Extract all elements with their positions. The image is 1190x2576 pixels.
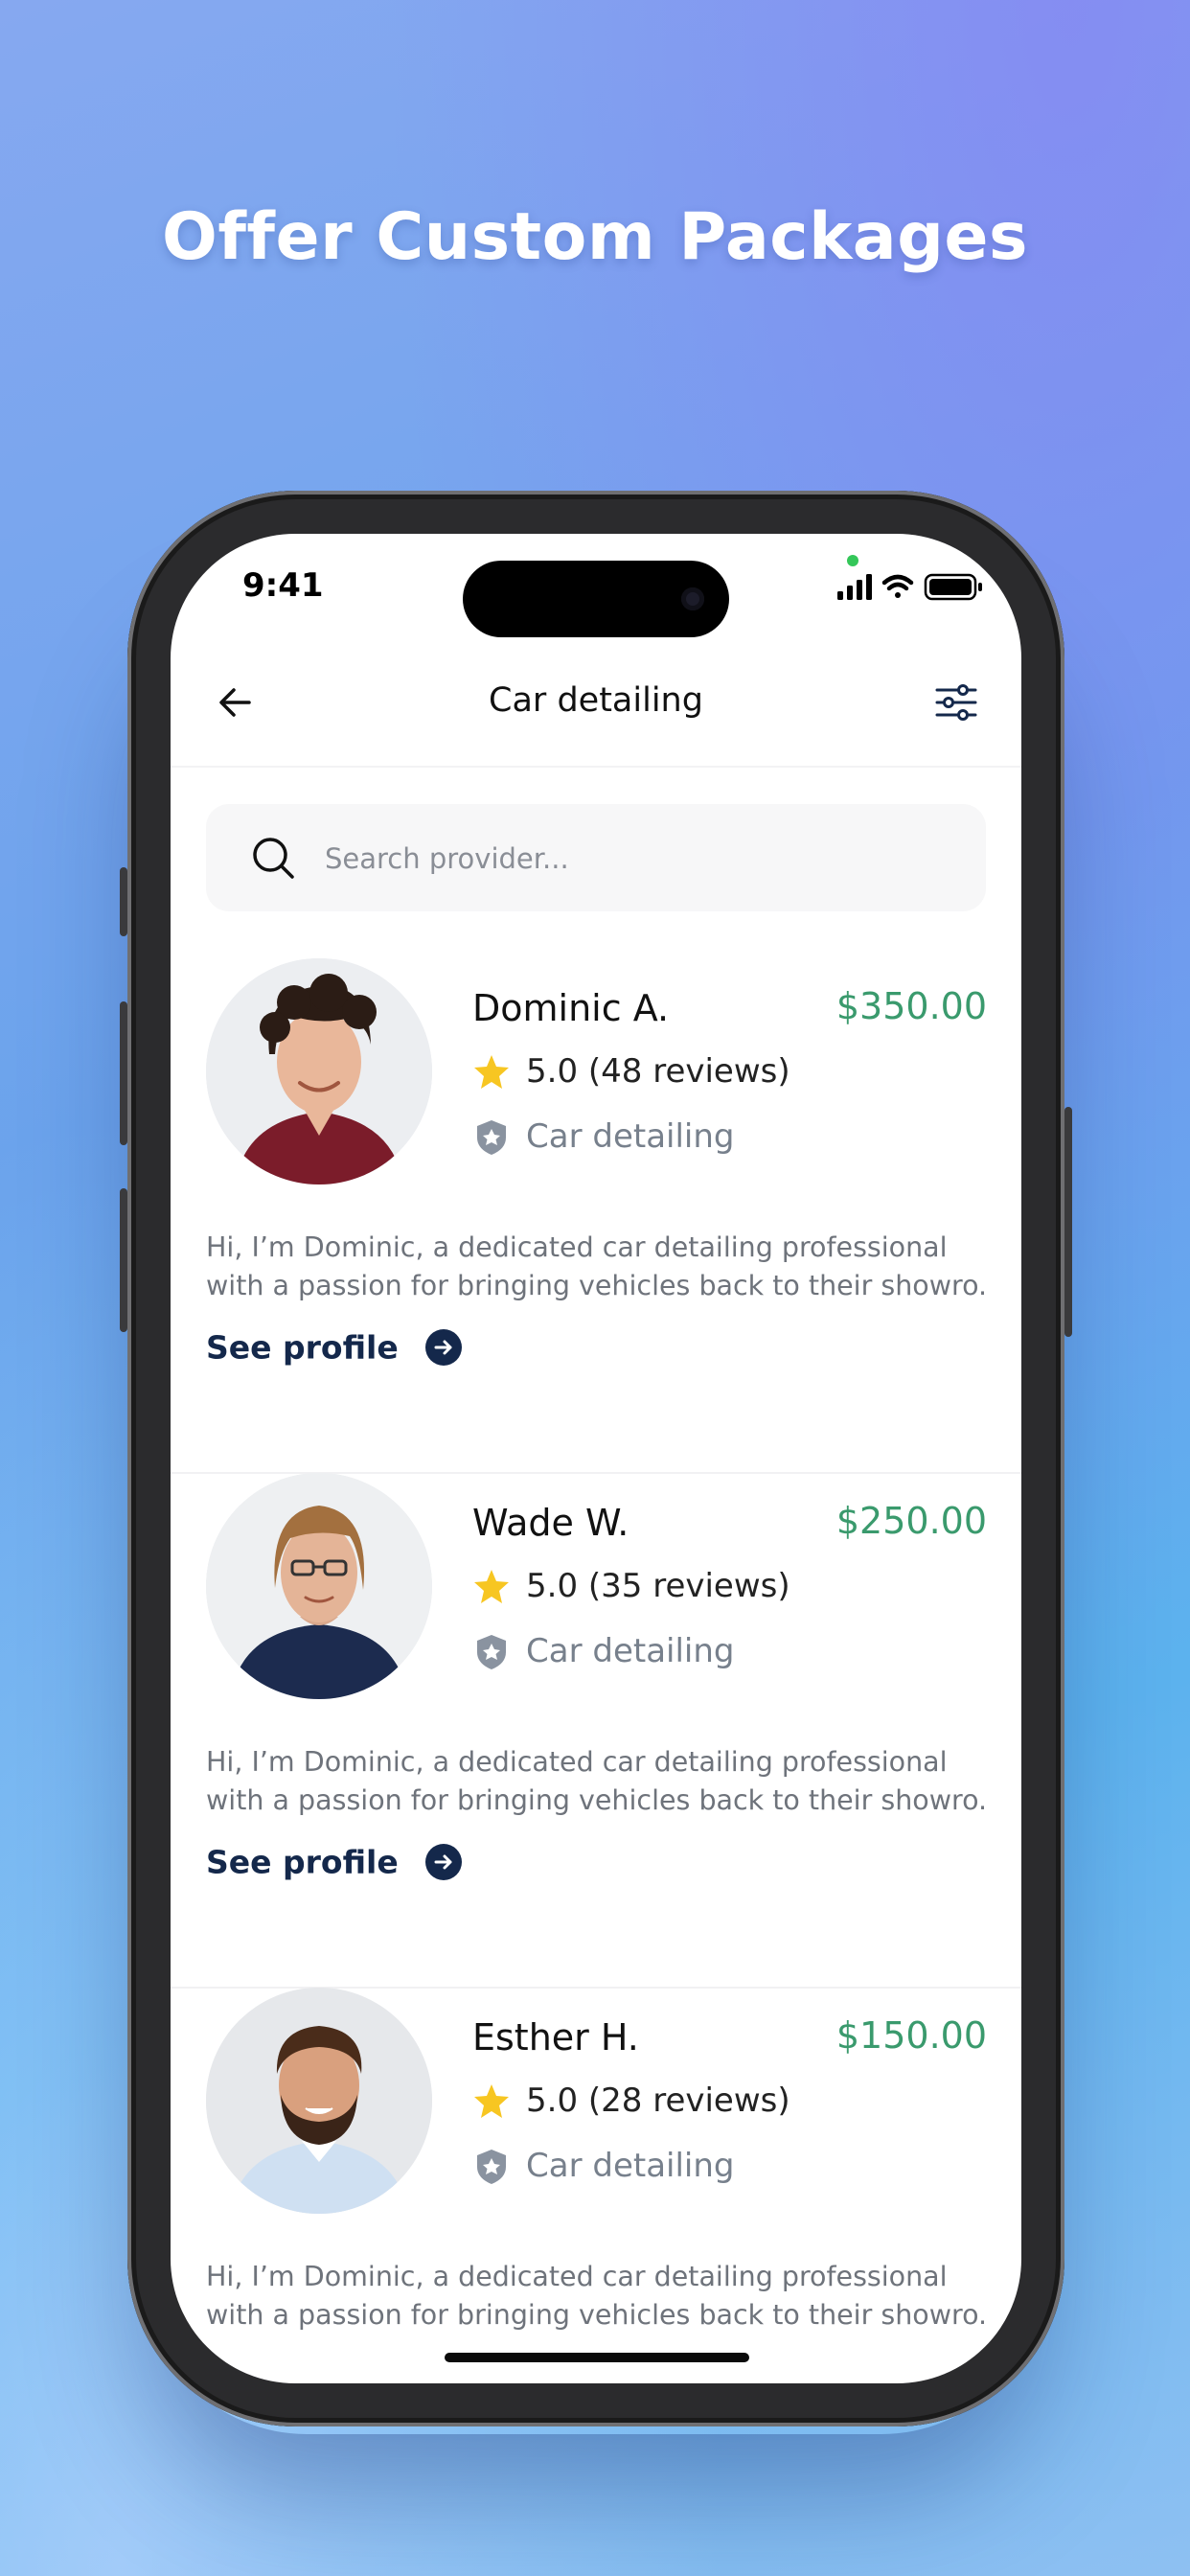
search-icon <box>253 838 294 879</box>
search-bar[interactable] <box>206 804 986 911</box>
see-profile-button[interactable]: See profile <box>206 1843 463 1885</box>
camera-icon <box>681 587 704 610</box>
star-icon <box>474 1570 509 1603</box>
description-line: with a passion for bringing vehicles bac… <box>206 1270 988 1301</box>
provider-price: $350.00 <box>835 985 987 1027</box>
marketing-headline: Offer Custom Packages <box>162 199 1028 275</box>
provider-description: Hi, I’m Dominic, a dedicated car detaili… <box>206 2258 988 2334</box>
camera-indicator-dot <box>847 555 858 566</box>
provider-card: Wade W. $250.00 5.0 (35 reviews) Car det… <box>171 1473 1021 1989</box>
phone-power-button <box>1064 1107 1072 1337</box>
filter-sliders-icon <box>935 684 977 721</box>
signal-icon <box>837 574 872 600</box>
see-profile-button[interactable]: See profile <box>206 1328 463 1370</box>
category-text: Car detailing <box>526 1117 735 1156</box>
dynamic-island <box>463 561 729 637</box>
provider-card: Dominic A. $350.00 5.0 (48 reviews) Car … <box>171 958 1021 1474</box>
star-icon <box>474 2084 509 2118</box>
see-profile-label: See profile <box>206 1843 399 1881</box>
phone-side-button <box>120 867 127 936</box>
filter-button[interactable] <box>927 674 985 731</box>
provider-price: $150.00 <box>835 2014 987 2057</box>
avatar <box>206 1988 432 2214</box>
avatar <box>206 958 432 1184</box>
phone-volume-up-button <box>120 1001 127 1145</box>
avatar-photo <box>206 1473 432 1699</box>
see-profile-label: See profile <box>206 1328 399 1367</box>
arrow-right-circle-icon <box>424 1844 462 1880</box>
wifi-icon <box>881 574 914 598</box>
home-indicator[interactable] <box>445 2353 749 2362</box>
battery-icon <box>924 573 982 601</box>
avatar-photo <box>206 958 432 1184</box>
provider-name: Dominic A. <box>472 987 670 1029</box>
phone-screen: 9:41 Car detailing Search provider... Do… <box>171 534 1021 2383</box>
status-icons <box>837 572 985 601</box>
provider-price: $250.00 <box>835 1500 987 1542</box>
provider-card: Esther H. $150.00 5.0 (28 reviews) Car d… <box>171 1988 1021 2383</box>
rating-text: 5.0 (28 reviews) <box>526 2082 790 2120</box>
provider-description: Hi, I’m Dominic, a dedicated car detaili… <box>206 1229 988 1305</box>
page-title: Car detailing <box>489 681 703 720</box>
description-line: Hi, I’m Dominic, a dedicated car detaili… <box>206 1746 948 1778</box>
provider-description: Hi, I’m Dominic, a dedicated car detaili… <box>206 1743 988 1820</box>
category-text: Car detailing <box>526 1632 735 1670</box>
avatar <box>206 1473 432 1699</box>
description-line: Hi, I’m Dominic, a dedicated car detaili… <box>206 2261 948 2292</box>
arrow-right-circle-icon <box>424 1329 462 1366</box>
badge-icon <box>477 1120 506 1155</box>
star-icon <box>474 1055 509 1089</box>
provider-name: Esther H. <box>472 2016 639 2058</box>
badge-icon <box>477 1635 506 1669</box>
badge-icon <box>477 2150 506 2184</box>
description-line: with a passion for bringing vehicles bac… <box>206 1784 988 1816</box>
status-icons-svg <box>837 573 982 601</box>
description-line: with a passion for bringing vehicles bac… <box>206 2299 988 2331</box>
category-text: Car detailing <box>526 2147 735 2185</box>
rating-text: 5.0 (48 reviews) <box>526 1052 790 1091</box>
search-input[interactable] <box>323 829 959 888</box>
description-line: Hi, I’m Dominic, a dedicated car detaili… <box>206 1231 948 1263</box>
phone-volume-down-button <box>120 1188 127 1332</box>
provider-name: Wade W. <box>472 1502 629 1544</box>
rating-text: 5.0 (35 reviews) <box>526 1567 790 1605</box>
navigation-bar: Car detailing <box>171 639 1021 768</box>
status-time: 9:41 <box>242 566 324 605</box>
avatar-photo <box>206 1988 432 2214</box>
